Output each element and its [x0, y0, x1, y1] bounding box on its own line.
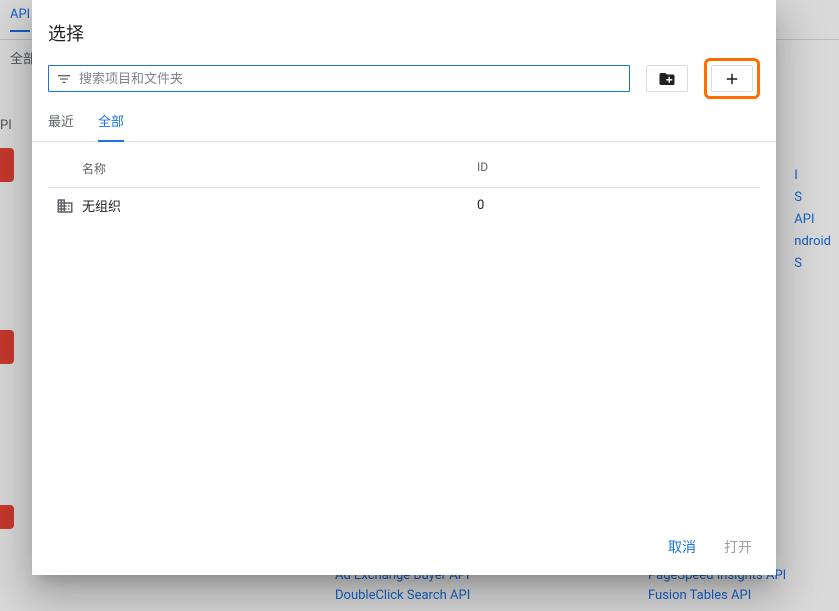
row-id: 0 — [477, 198, 760, 213]
tab-all[interactable]: 全部 — [98, 111, 124, 142]
table-header: 名称 ID — [48, 142, 760, 188]
cancel-button[interactable]: 取消 — [668, 537, 696, 557]
filter-icon — [55, 70, 73, 88]
new-folder-button[interactable] — [646, 65, 688, 92]
row-name: 无组织 — [82, 196, 477, 215]
open-button[interactable]: 打开 — [724, 537, 752, 557]
modal-search-row — [32, 58, 776, 99]
modal-title: 选择 — [32, 0, 776, 58]
column-name-header[interactable]: 名称 — [82, 160, 477, 177]
modal-footer: 取消 打开 — [32, 525, 776, 575]
column-id-header[interactable]: ID — [477, 160, 760, 177]
tabs: 最近 全部 — [32, 99, 776, 142]
project-table: 名称 ID 无组织 0 — [32, 142, 776, 525]
tab-recent[interactable]: 最近 — [48, 111, 74, 141]
highlighted-new-project — [704, 58, 760, 99]
new-project-button[interactable] — [711, 65, 753, 92]
search-box[interactable] — [48, 65, 630, 92]
search-input[interactable] — [73, 71, 623, 86]
organization-icon — [48, 197, 82, 215]
table-row[interactable]: 无组织 0 — [48, 188, 760, 223]
project-selector-modal: 选择 最近 全部 名称 ID 无组织 — [32, 0, 776, 575]
